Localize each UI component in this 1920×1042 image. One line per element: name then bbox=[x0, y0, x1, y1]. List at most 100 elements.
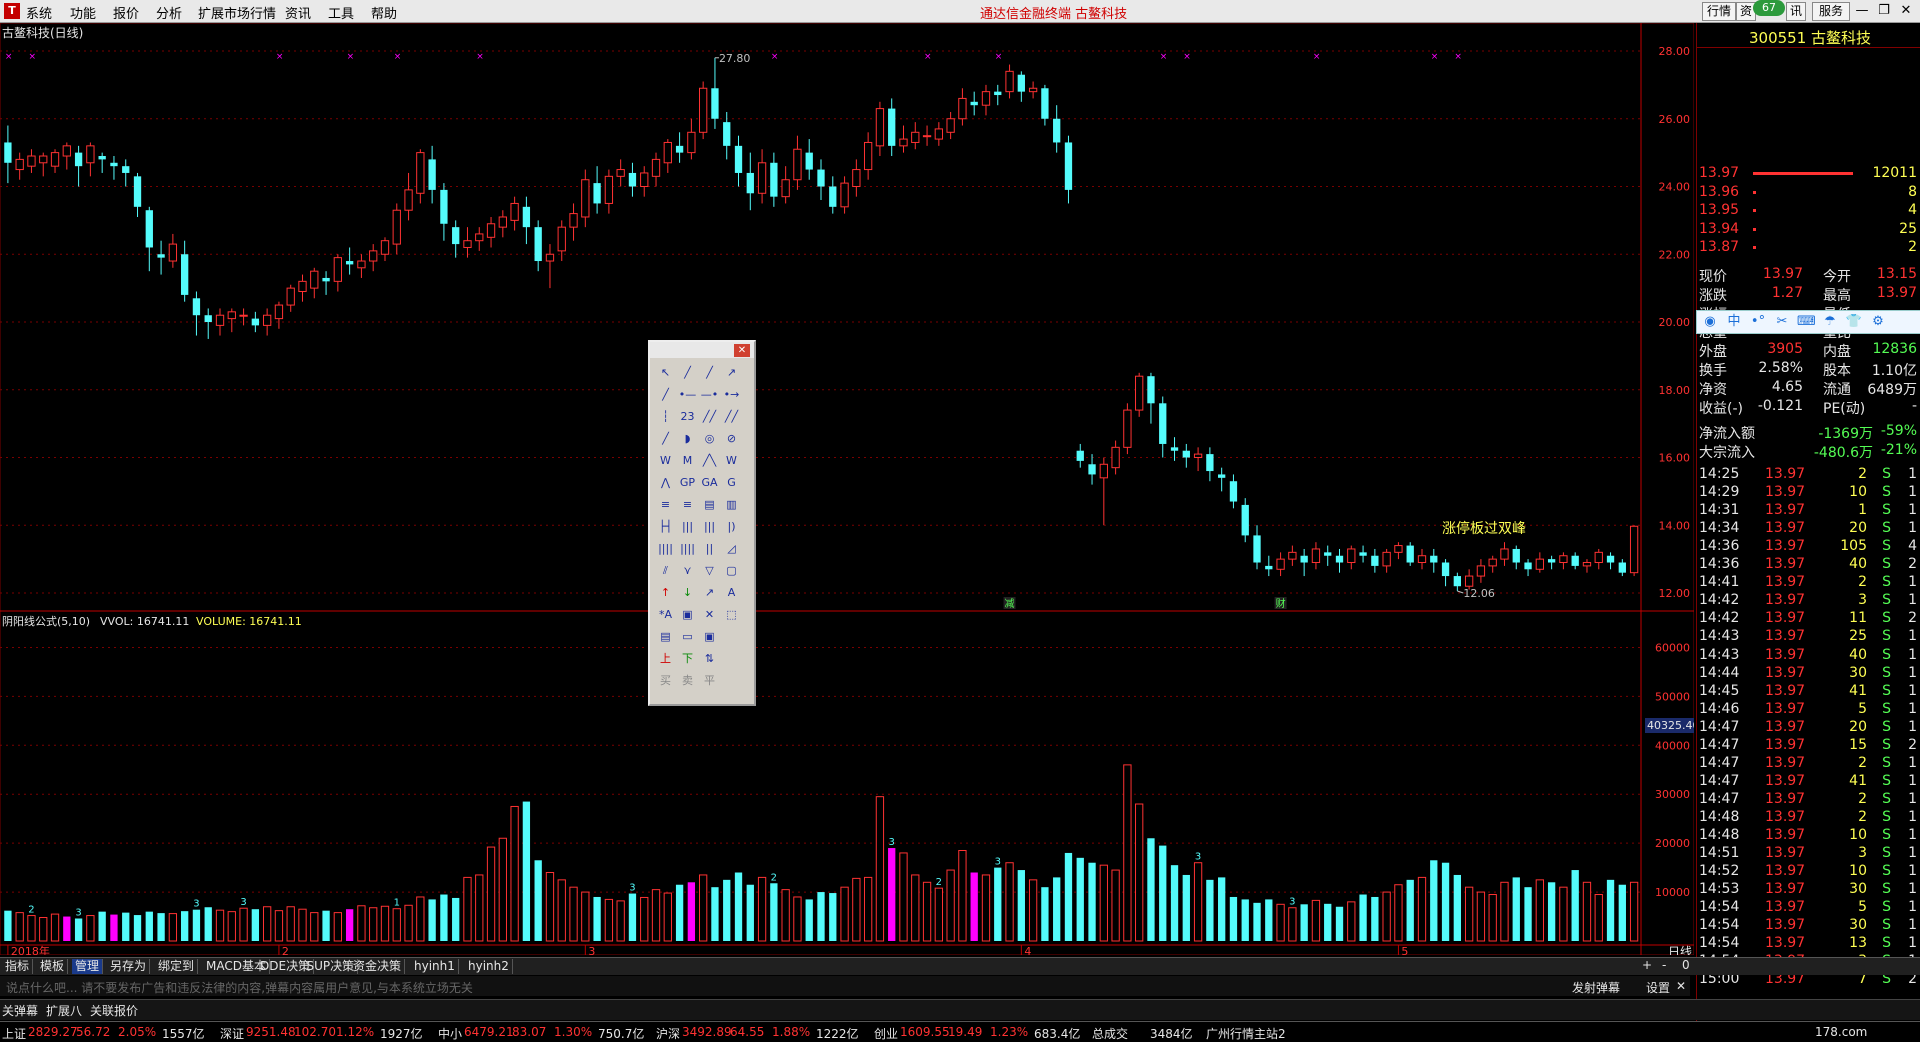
close-icon[interactable]: ✕ bbox=[1896, 2, 1916, 19]
formula-tab[interactable]: 管理 bbox=[72, 959, 104, 974]
drawing-tool-button[interactable]: ◎ bbox=[700, 430, 719, 447]
drawing-tool-button[interactable]: ▽ bbox=[700, 562, 719, 579]
formula-tab[interactable]: 指标 bbox=[2, 959, 34, 974]
drawing-tool-button[interactable]: ||| bbox=[678, 518, 697, 535]
drawing-tool-button[interactable]: —• bbox=[700, 386, 719, 403]
menu-item-news[interactable]: 资讯 bbox=[285, 3, 311, 22]
drawing-tool-button[interactable]: ⬚ bbox=[722, 606, 741, 623]
drawing-tool-button[interactable]: ↗ bbox=[722, 364, 741, 381]
price-chart[interactable]: 28.00 26.00 24.00 22.00 20.00 18.00 16.00 14.00… bbox=[0, 23, 1694, 955]
sub-tab[interactable]: 关联报价 bbox=[90, 1002, 138, 1019]
danmaku-close-icon[interactable]: ✕ bbox=[1676, 979, 1686, 993]
menu-item-ext-market[interactable]: 扩展市场行情 bbox=[198, 3, 276, 22]
drawing-tool-button[interactable]: 23 bbox=[678, 408, 697, 425]
drawing-tool-button[interactable]: ▢ bbox=[722, 562, 741, 579]
drawing-toolbox[interactable]: ✕ ↖ ╱ ╱ ↗ ╱ •— —• •→ ┆ 23 ╱╱ ╱╱ ╱ ◗ ◎ ⊘ W M ╱╲ W ⋀ GP GA G ≡ ≡ ▤ ▥ ├… bbox=[648, 340, 756, 706]
drawing-tool-button[interactable]: ╱ bbox=[656, 430, 675, 447]
drawing-tool-button[interactable]: 上 bbox=[656, 650, 675, 667]
drawing-tool-button[interactable]: 平 bbox=[700, 672, 719, 689]
drawing-tool-button[interactable]: ⋀ bbox=[656, 474, 675, 491]
drawing-tool-button[interactable]: ▣ bbox=[700, 628, 719, 645]
danmaku-input[interactable]: 说点什么吧... 请不要发布广告和违反法律的内容,弹幕内容属用户意见,与本系统立… bbox=[6, 979, 473, 996]
drawing-tool-button[interactable]: 下 bbox=[678, 650, 697, 667]
drawing-tool-button[interactable]: ╱╱ bbox=[722, 408, 741, 425]
menu-item-analysis[interactable]: 分析 bbox=[156, 3, 182, 22]
sub-tab[interactable]: 扩展八 bbox=[46, 1002, 82, 1019]
menu-item-quote[interactable]: 报价 bbox=[113, 3, 139, 22]
drawing-tool-button[interactable]: ┆ bbox=[656, 408, 675, 425]
drawing-tool-button[interactable]: ╱╲ bbox=[700, 452, 719, 469]
danmaku-settings-button[interactable]: 设置 bbox=[1646, 979, 1670, 996]
drawing-tool-button[interactable]: ╱ bbox=[678, 364, 697, 381]
drawing-tool-button[interactable]: ↖ bbox=[656, 364, 675, 381]
sub-tab[interactable]: 关弹幕 bbox=[2, 1002, 38, 1019]
minimize-icon[interactable]: — bbox=[1852, 2, 1872, 19]
ime-toolbar-button[interactable]: ⚙ bbox=[1869, 313, 1887, 331]
drawing-tool-button[interactable]: ▭ bbox=[678, 628, 697, 645]
drawing-tool-button[interactable]: 买 bbox=[656, 672, 675, 689]
service-button[interactable]: 服务 bbox=[1812, 2, 1850, 21]
send-danmaku-button[interactable]: 发射弹幕 bbox=[1572, 979, 1620, 996]
zoom-in-button[interactable]: + bbox=[1642, 958, 1652, 972]
quote-button[interactable]: 行情 bbox=[1702, 2, 1736, 21]
ime-toolbar-button[interactable]: 👕 bbox=[1845, 313, 1863, 331]
drawing-tool-button[interactable]: ↓ bbox=[678, 584, 697, 601]
drawing-tool-button[interactable]: ├┤ bbox=[656, 518, 675, 535]
drawing-tool-button[interactable]: ▤ bbox=[700, 496, 719, 513]
drawing-tool-button[interactable]: ✕ bbox=[700, 606, 719, 623]
drawing-tool-button[interactable]: ⋎ bbox=[678, 562, 697, 579]
drawing-tool-button[interactable]: || bbox=[700, 540, 719, 557]
formula-tab[interactable]: 绑定到 bbox=[155, 959, 199, 974]
drawing-tool-button[interactable]: W bbox=[656, 452, 675, 469]
drawing-tool-button[interactable]: ▥ bbox=[722, 496, 741, 513]
drawing-tool-button[interactable]: A bbox=[722, 584, 741, 601]
drawing-tool-button[interactable]: ╱╱ bbox=[700, 408, 719, 425]
ime-toolbar-button[interactable]: •° bbox=[1749, 313, 1767, 331]
formula-tab[interactable]: 资金决策 bbox=[350, 959, 406, 974]
drawing-tool-button[interactable]: ⊘ bbox=[722, 430, 741, 447]
drawing-tool-button[interactable]: ↗ bbox=[700, 584, 719, 601]
drawing-tool-button[interactable]: ⫽ bbox=[656, 562, 675, 579]
info-button-2[interactable]: 讯 bbox=[1786, 2, 1806, 21]
drawing-tool-button[interactable]: GA bbox=[700, 474, 719, 491]
drawing-tool-button[interactable]: ⇅ bbox=[700, 650, 719, 667]
drawing-tool-button[interactable]: |||| bbox=[678, 540, 697, 557]
formula-tab[interactable]: 另存为 bbox=[107, 959, 151, 974]
maximize-icon[interactable]: ❐ bbox=[1874, 2, 1894, 19]
notification-badge[interactable]: 67 bbox=[1753, 0, 1785, 16]
ime-toolbar[interactable]: ◉ 中 •° ✂ ⌨ ☂ 👕 ⚙ bbox=[1696, 310, 1920, 334]
toolbox-close-icon[interactable]: ✕ bbox=[734, 344, 750, 357]
drawing-tool-button[interactable]: ▣ bbox=[678, 606, 697, 623]
menu-item-tools[interactable]: 工具 bbox=[328, 3, 354, 22]
person-icon[interactable]: ◉ bbox=[1701, 313, 1719, 331]
drawing-tool-button[interactable]: •— bbox=[678, 386, 697, 403]
drawing-tool-button[interactable]: •→ bbox=[722, 386, 741, 403]
drawing-tool-button[interactable]: M bbox=[678, 452, 697, 469]
drawing-tool-button[interactable]: ||| bbox=[700, 518, 719, 535]
formula-tab[interactable]: hyinh1 bbox=[411, 959, 459, 974]
drawing-tool-button[interactable]: *A bbox=[656, 606, 675, 623]
drawing-tool-button[interactable]: ▤ bbox=[656, 628, 675, 645]
ime-toolbar-button[interactable]: ⌨ bbox=[1797, 313, 1816, 331]
drawing-tool-button[interactable]: ≡ bbox=[678, 496, 697, 513]
drawing-tool-button[interactable]: ↑ bbox=[656, 584, 675, 601]
drawing-tool-button[interactable]: ◗ bbox=[678, 430, 697, 447]
drawing-tool-button[interactable]: G bbox=[722, 474, 741, 491]
ime-toolbar-button[interactable]: 中 bbox=[1725, 313, 1743, 331]
drawing-tool-button[interactable]: |||| bbox=[656, 540, 675, 557]
zoom-out-button[interactable]: - bbox=[1662, 958, 1666, 972]
drawing-tool-button[interactable]: ≡ bbox=[656, 496, 675, 513]
menu-item-function[interactable]: 功能 bbox=[70, 3, 96, 22]
drawing-tool-button[interactable]: GP bbox=[678, 474, 697, 491]
drawing-tool-button[interactable]: ╱ bbox=[656, 386, 675, 403]
zoom-reset-button[interactable]: 0 bbox=[1682, 958, 1690, 972]
drawing-tool-button[interactable]: ◿ bbox=[722, 540, 741, 557]
formula-tab[interactable]: hyinh2 bbox=[465, 959, 513, 974]
drawing-tool-button[interactable]: |) bbox=[722, 518, 741, 535]
ime-toolbar-button[interactable]: ✂ bbox=[1773, 313, 1791, 331]
menu-item-help[interactable]: 帮助 bbox=[371, 3, 397, 22]
ime-toolbar-button[interactable]: ☂ bbox=[1821, 313, 1839, 331]
drawing-tool-button[interactable]: ╱ bbox=[700, 364, 719, 381]
menu-item-system[interactable]: 系统 bbox=[26, 3, 52, 22]
drawing-tool-button[interactable]: W bbox=[722, 452, 741, 469]
